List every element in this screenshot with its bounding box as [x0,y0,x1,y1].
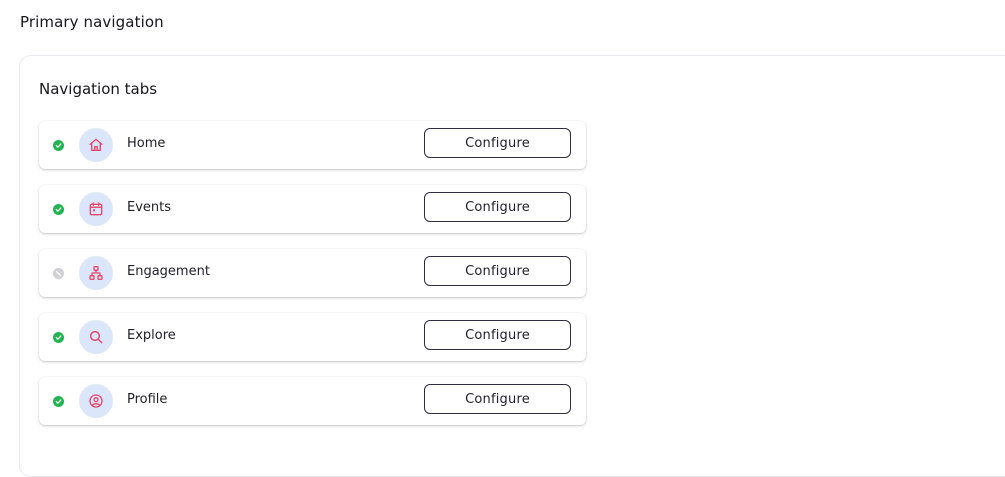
tab-row-explore: Explore Configure [39,313,586,361]
tab-label: Engagement [127,264,210,279]
disabled-circle-icon [53,268,64,279]
configure-button[interactable]: Configure [424,256,571,286]
search-icon [79,320,113,354]
user-circle-icon [79,384,113,418]
page-title: Primary navigation [20,13,164,31]
home-icon [79,128,113,162]
tab-label: Profile [127,392,168,407]
configure-button[interactable]: Configure [424,192,571,222]
navigation-tabs-panel: Navigation tabs Home Configure Events Co… [19,55,1005,477]
tab-row-profile: Profile Configure [39,377,586,425]
hierarchy-icon [79,256,113,290]
configure-button[interactable]: Configure [424,128,571,158]
calendar-icon [79,192,113,226]
tab-row-engagement: Engagement Configure [39,249,586,297]
tab-list: Home Configure Events Configure Engageme… [39,121,586,441]
tab-label: Explore [127,328,176,343]
configure-button[interactable]: Configure [424,384,571,414]
tab-label: Events [127,200,172,215]
check-circle-icon [53,204,64,215]
tab-label: Home [127,136,166,151]
panel-title: Navigation tabs [39,80,158,98]
configure-button[interactable]: Configure [424,320,571,350]
tab-row-events: Events Configure [39,185,586,233]
tab-row-home: Home Configure [39,121,586,169]
check-circle-icon [53,396,64,407]
check-circle-icon [53,140,64,151]
check-circle-icon [53,332,64,343]
